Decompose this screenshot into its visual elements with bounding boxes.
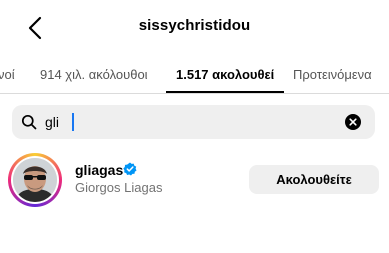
search-icon xyxy=(21,114,37,130)
search-bar xyxy=(12,105,375,139)
avatar xyxy=(13,158,57,202)
list-item[interactable]: gliagas Giorgos Liagas Ακολουθείτε xyxy=(0,148,389,210)
tab-suggested[interactable]: Προτεινόμενα xyxy=(293,67,372,82)
tab-followers[interactable]: 914 χιλ. ακόλουθοι xyxy=(40,67,148,82)
clear-icon[interactable] xyxy=(345,114,361,130)
tab-following[interactable]: 1.517 ακολουθεί xyxy=(176,67,274,82)
username[interactable]: gliagas xyxy=(75,162,123,178)
text-caret xyxy=(72,113,74,131)
tab-divider xyxy=(0,93,389,94)
story-ring[interactable] xyxy=(8,153,62,207)
tab-mutual[interactable]: νοί xyxy=(0,67,15,82)
avatar-photo xyxy=(13,158,57,202)
page-title: sissychristidou xyxy=(138,17,251,34)
following-button[interactable]: Ακολουθείτε xyxy=(249,165,379,194)
search-input[interactable] xyxy=(45,112,335,132)
tab-bar: νοί 914 χιλ. ακόλουθοι 1.517 ακολουθεί Π… xyxy=(0,56,389,94)
header-bar: sissychristidou xyxy=(0,0,389,56)
full-name: Giorgos Liagas xyxy=(75,180,163,195)
verified-badge-icon xyxy=(123,162,137,176)
